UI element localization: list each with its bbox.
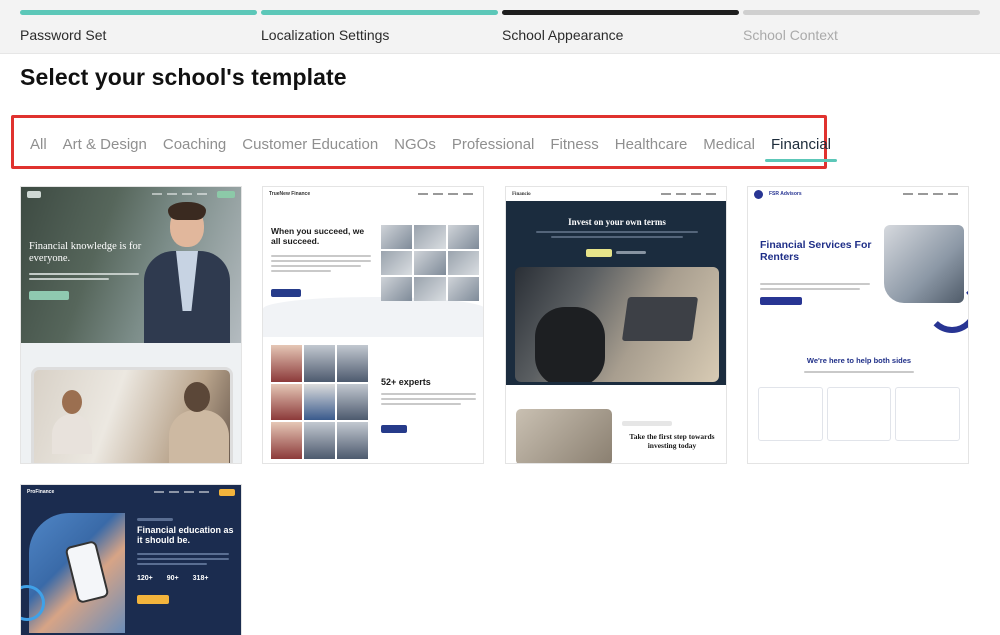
tab-ngos[interactable]: NGOs: [394, 136, 436, 153]
step-localization-settings[interactable]: Localization Settings: [261, 10, 498, 50]
template-secondary-photo: [516, 409, 612, 463]
template-subheadline: We're here to help both sides: [806, 356, 912, 365]
step-label: School Appearance: [502, 27, 624, 43]
template-hero-photo: [515, 267, 719, 382]
step-bar: [20, 10, 257, 15]
template-card-2[interactable]: TrueNew Finance When you succeed, we all…: [262, 186, 484, 464]
step-bar: [261, 10, 498, 15]
cta-placeholder: [381, 425, 407, 433]
template-stats: 120+ 90+ 318+: [137, 575, 208, 582]
tab-all[interactable]: All: [30, 136, 47, 153]
template-preview-nav: FSR Advisors: [748, 187, 968, 201]
category-tabs-highlight: All Art & Design Coaching Customer Educa…: [11, 115, 838, 169]
tab-customer-education[interactable]: Customer Education: [242, 136, 378, 153]
template-preview-wave: [263, 297, 483, 337]
step-label: Password Set: [20, 27, 107, 43]
cta-placeholder: [760, 297, 802, 305]
template-preview-nav: [21, 187, 241, 201]
person-illustration: [144, 202, 230, 346]
progress-stepper: Password Set Localization Settings Schoo…: [0, 0, 1000, 54]
step-label: School Context: [743, 27, 838, 43]
tab-financial[interactable]: Financial: [764, 136, 838, 162]
page-title: Select your school's template: [20, 64, 347, 90]
photo-collage: [381, 225, 479, 301]
cta-placeholder: [219, 488, 235, 496]
template-brand: ProFinance: [27, 489, 55, 495]
tab-healthcare[interactable]: Healthcare: [615, 136, 688, 153]
stat-value: 90+: [166, 575, 179, 582]
cta-placeholder: [137, 595, 169, 604]
template-preview-nav: ProFinance: [21, 485, 241, 499]
template-stat: 52+ experts: [381, 377, 431, 387]
tablet-illustration: [31, 367, 233, 463]
tab-medical[interactable]: Medical: [703, 136, 755, 153]
template-card-3[interactable]: Financio Invest on your own terms Take t…: [505, 186, 727, 464]
stat-value: 318+: [192, 575, 209, 582]
cta-placeholder: [217, 190, 235, 198]
template-headline: Invest on your own terms: [568, 217, 666, 227]
step-password-set[interactable]: Password Set: [20, 10, 257, 50]
step-school-context[interactable]: School Context: [743, 10, 980, 50]
template-brand: Financio: [512, 191, 531, 197]
template-subheadline: Take the first step towards investing to…: [629, 432, 715, 450]
template-headline: Financial Services For Renters: [760, 239, 872, 264]
template-headline: Financial education as it should be.: [137, 525, 234, 546]
template-card-4[interactable]: FSR Advisors Financial Services For Rent…: [747, 186, 969, 464]
template-hero-photo: [884, 225, 964, 303]
template-card-1[interactable]: Financial knowledge is for everyone.: [20, 186, 242, 464]
experts-grid: [271, 345, 368, 459]
tab-professional[interactable]: Professional: [452, 136, 535, 153]
secondary-link-placeholder: [616, 251, 646, 254]
cta-placeholder: [271, 289, 301, 297]
feature-boxes: [758, 387, 961, 441]
step-school-appearance[interactable]: School Appearance: [502, 10, 739, 50]
step-bar: [743, 10, 980, 15]
template-brand: FSR Advisors: [769, 191, 802, 197]
logo-placeholder: [27, 190, 41, 198]
tab-coaching[interactable]: Coaching: [163, 136, 226, 153]
template-headline: When you succeed, we all succeed.: [271, 226, 365, 246]
step-bar: [502, 10, 739, 15]
cta-placeholder: [29, 291, 69, 300]
category-tabs: All Art & Design Coaching Customer Educa…: [30, 136, 847, 162]
tab-art-design[interactable]: Art & Design: [63, 136, 147, 153]
tab-fitness[interactable]: Fitness: [550, 136, 598, 153]
template-headline: Financial knowledge is for everyone.: [29, 241, 142, 265]
template-card-5[interactable]: ProFinance Financial education as it sho…: [20, 484, 242, 635]
step-label: Localization Settings: [261, 27, 390, 43]
stat-value: 120+: [137, 575, 153, 582]
template-preview-nav: Financio: [506, 187, 726, 201]
cta-placeholder: [586, 249, 612, 257]
template-preview-nav: TrueNew Finance: [263, 187, 483, 201]
template-brand: TrueNew Finance: [269, 191, 311, 197]
logo-mark: [754, 189, 763, 199]
